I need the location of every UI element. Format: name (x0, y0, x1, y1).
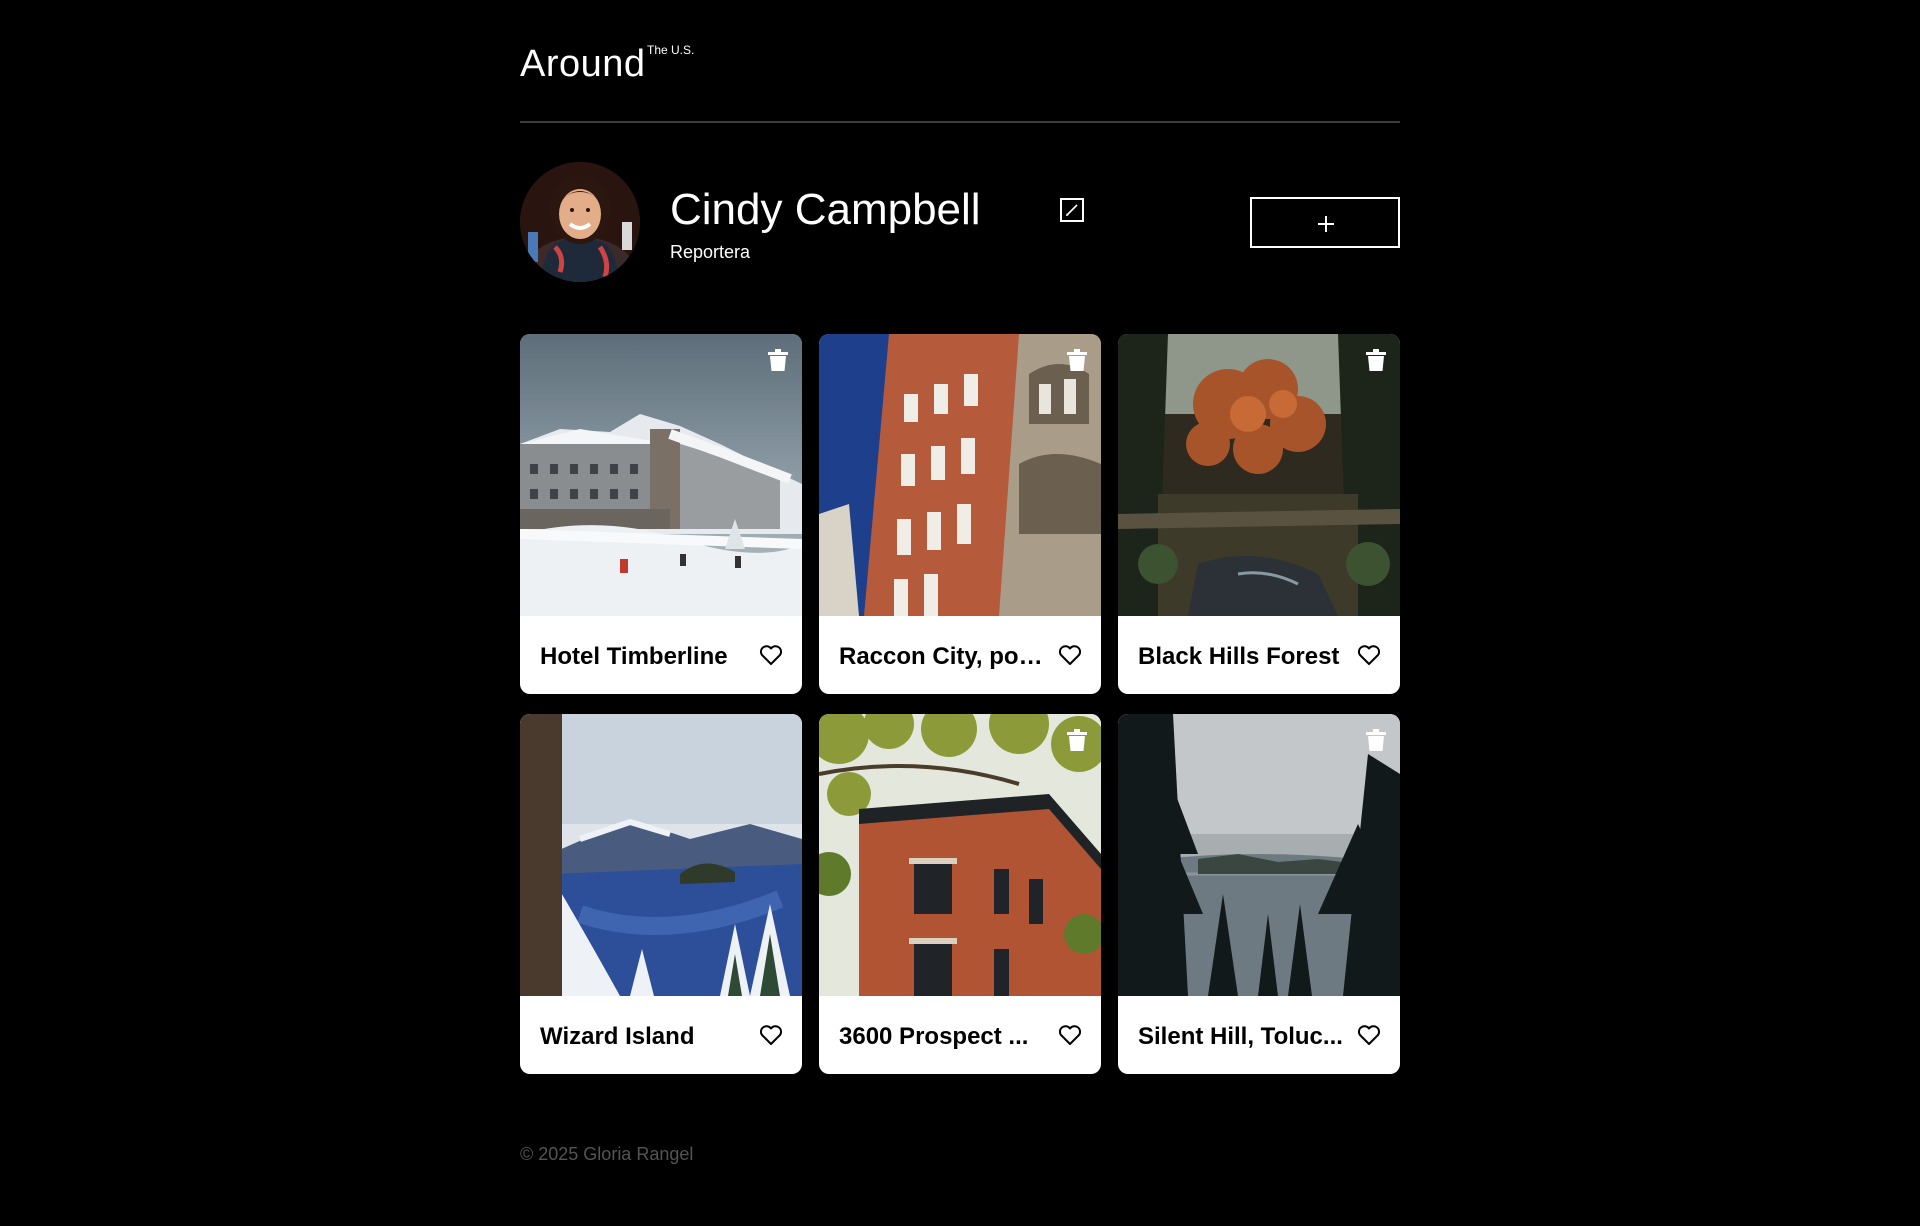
heart-icon (759, 645, 783, 665)
profile-name: Cindy Campbell (670, 185, 981, 234)
card: 3600 Prospect ... (819, 714, 1101, 1074)
card-footer: Wizard Island (520, 996, 802, 1074)
card-image[interactable] (819, 334, 1101, 616)
card-title: Silent Hill, Toluc... (1138, 1023, 1343, 1050)
heart-icon (1058, 1025, 1082, 1045)
card-image[interactable] (819, 714, 1101, 996)
logo-superscript: The U.S. (647, 43, 695, 57)
brick-building-image (819, 334, 1101, 616)
header: Around The U.S. (520, 0, 1400, 123)
misty-lake-image (1118, 714, 1400, 996)
card-image[interactable] (520, 334, 802, 616)
edit-icon (1066, 204, 1078, 216)
crater-lake-image (520, 714, 802, 996)
edit-profile-button[interactable] (1060, 198, 1084, 222)
like-button[interactable] (1357, 1024, 1381, 1046)
card-title: Wizard Island (540, 1023, 695, 1050)
card: Silent Hill, Toluc... (1118, 714, 1400, 1074)
card: Raccon City, pol... (819, 334, 1101, 694)
logo: Around (520, 43, 646, 85)
trash-icon (1067, 349, 1087, 371)
avatar[interactable] (520, 162, 640, 282)
like-button[interactable] (759, 644, 783, 666)
profile-job: Reportera (670, 242, 751, 262)
snowy-lodge-image (520, 334, 802, 616)
delete-button[interactable] (768, 349, 788, 371)
heart-icon (1058, 645, 1082, 665)
card-footer: Hotel Timberline (520, 616, 802, 694)
like-button[interactable] (1357, 644, 1381, 666)
like-button[interactable] (1058, 1024, 1082, 1046)
footer-copyright: © 2025 Gloria Rangel (520, 1144, 694, 1164)
delete-button[interactable] (1067, 729, 1087, 751)
plus-icon (1318, 216, 1334, 232)
delete-button[interactable] (1366, 349, 1386, 371)
card-title: Hotel Timberline (540, 643, 728, 670)
like-button[interactable] (759, 1024, 783, 1046)
card-footer: Silent Hill, Toluc... (1118, 996, 1400, 1074)
trash-icon (1366, 729, 1386, 751)
trash-icon (1366, 349, 1386, 371)
heart-icon (759, 1025, 783, 1045)
card-title: Black Hills Forest (1138, 643, 1340, 670)
card: Hotel Timberline (520, 334, 802, 694)
delete-button[interactable] (1067, 349, 1087, 371)
avatar-image (520, 162, 640, 282)
card-footer: 3600 Prospect ... (819, 996, 1101, 1074)
card-image[interactable] (1118, 714, 1400, 996)
card-image[interactable] (520, 714, 802, 996)
add-place-button[interactable] (1250, 197, 1400, 248)
heart-icon (1357, 645, 1381, 665)
delete-button[interactable] (1366, 729, 1386, 751)
card-footer: Raccon City, pol... (819, 616, 1101, 694)
card-title: 3600 Prospect ... (839, 1023, 1029, 1050)
page: Around The U.S. Cindy Campbell Reportera… (520, 0, 1400, 1226)
card-image[interactable] (1118, 334, 1400, 616)
card-footer: Black Hills Forest (1118, 616, 1400, 694)
heart-icon (1357, 1025, 1381, 1045)
like-button[interactable] (1058, 644, 1082, 666)
card-title: Raccon City, pol... (839, 643, 1044, 670)
card: Wizard Island (520, 714, 802, 1074)
trash-icon (768, 349, 788, 371)
autumn-forest-image (1118, 334, 1400, 616)
card: Black Hills Forest (1118, 334, 1400, 694)
brick-house-image (819, 714, 1101, 996)
trash-icon (1067, 729, 1087, 751)
cards-grid: Hotel Timberline Raccon City, pol... Bla… (520, 334, 1400, 1074)
